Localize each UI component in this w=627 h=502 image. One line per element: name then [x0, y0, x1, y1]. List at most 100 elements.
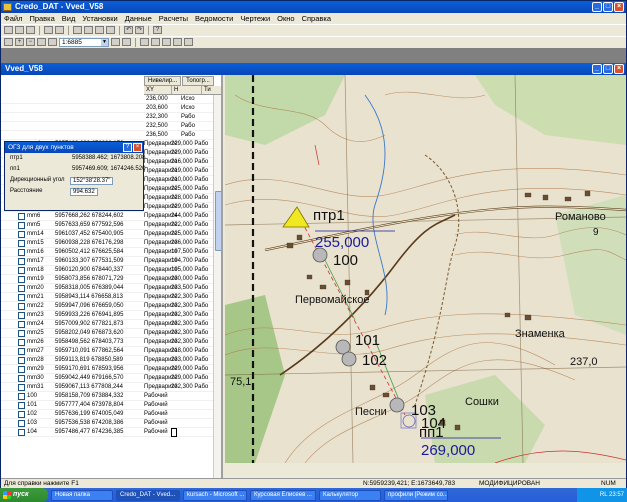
zoom-window-icon[interactable] [37, 38, 46, 46]
row-checkbox[interactable] [18, 411, 25, 418]
scroll-thumb[interactable] [215, 191, 221, 251]
table-row[interactable]: mm26 5958498,562 678403,773 Предварите 232,… [1, 338, 213, 347]
refresh-icon[interactable] [111, 38, 120, 46]
preview-icon[interactable] [55, 26, 64, 34]
save-icon[interactable] [26, 26, 35, 34]
row-checkbox[interactable] [18, 366, 25, 373]
table-row[interactable]: mm20 5958318,005 676389,044 Предварите 233,… [1, 284, 213, 293]
table-row[interactable]: mm21 5958943,114 676658,813 Предварите 222,… [1, 293, 213, 302]
task-profili[interactable]: профили [Режим со... [384, 489, 448, 501]
table-row[interactable]: mm23 5959933,226 676941,895 Предварите 232,… [1, 311, 213, 320]
menu-settings[interactable]: Установки [82, 13, 117, 24]
row-checkbox[interactable] [18, 339, 25, 346]
table-row[interactable]: 100 5958158,709 673884,332 Рабочий [1, 392, 213, 401]
row-checkbox[interactable] [18, 393, 25, 400]
menu-edit[interactable]: Правка [29, 13, 54, 24]
row-checkbox[interactable] [18, 240, 25, 247]
table-row[interactable]: mm14 5961037,452 675400,905 Предварите 225,… [1, 230, 213, 239]
menu-drawings[interactable]: Чертежи [240, 13, 270, 24]
dir-field[interactable]: 152°38'28.37" [70, 177, 114, 185]
row-checkbox[interactable] [18, 231, 25, 238]
row-checkbox[interactable] [18, 402, 25, 409]
row-checkbox[interactable] [18, 276, 25, 283]
task-kursovaya[interactable]: Курсовая Елисеев ... [250, 489, 316, 501]
child-minimize-button[interactable]: _ [592, 64, 602, 74]
menu-view[interactable]: Вид [62, 13, 76, 24]
minimize-button[interactable]: _ [592, 2, 602, 12]
row-checkbox[interactable] [18, 222, 25, 229]
dist-field[interactable]: 994.632 [70, 188, 98, 196]
table-row[interactable]: mm29 5959170,691 678593,956 Предварите 229,… [1, 365, 213, 374]
tab-leveling[interactable]: Нивелир... [144, 76, 182, 86]
menu-reports[interactable]: Ведомости [195, 13, 233, 24]
close-icon[interactable]: × [133, 143, 142, 152]
col-type[interactable]: Ти [202, 86, 221, 94]
table-row[interactable]: mm18 5960120,900 678440,337 Предварите 195,… [1, 266, 213, 275]
table-row[interactable]: 203,600 Исхо [1, 104, 213, 113]
table-row[interactable]: 104 5957486,477 674236,385 Рабочий [1, 428, 213, 437]
tab-topo[interactable]: Топогр... [182, 76, 214, 86]
chevron-down-icon[interactable]: ▼ [101, 38, 108, 46]
delete-icon[interactable] [106, 26, 115, 34]
table-row[interactable]: mm30 5959042,449 679166,570 Предварите 229,… [1, 374, 213, 383]
table-row[interactable]: mm5 5957633,659 677592,596 Предварите 222,0… [1, 221, 213, 230]
menu-calculations[interactable]: Расчеты [159, 13, 188, 24]
topo-map[interactable]: птр1 255,000 100 101 102 103 104 пп1 269… [225, 75, 626, 463]
table-row[interactable]: mm27 5959710,091 677862,564 Предварите 218,… [1, 347, 213, 356]
table-row[interactable]: mm28 5959113,819 678850,589 Предварите 233,… [1, 356, 213, 365]
task-new-folder[interactable]: Новая папка [51, 489, 113, 501]
table-row[interactable]: 103 5957536,538 674208,386 Рабочий [1, 419, 213, 428]
map-view[interactable]: птр1 255,000 100 101 102 103 104 пп1 269… [225, 75, 626, 463]
table-row[interactable]: mm19 5958073,856 678071,729 Предварите 230,… [1, 275, 213, 284]
row-checkbox[interactable] [18, 267, 25, 274]
zoom-out-icon[interactable]: − [26, 38, 35, 46]
menu-file[interactable]: Файл [4, 13, 22, 24]
table-row[interactable]: 236,000 Исхо [1, 95, 213, 104]
row-checkbox[interactable] [18, 348, 25, 355]
help-icon[interactable]: ? [153, 26, 162, 34]
col-h[interactable]: H [172, 86, 202, 94]
col-xy[interactable]: XY [144, 86, 172, 94]
pan-icon[interactable] [4, 38, 13, 46]
row-checkbox[interactable] [18, 420, 25, 427]
task-credo[interactable]: Credo_DAT - Vved... [116, 489, 180, 501]
open-folder-icon[interactable] [15, 26, 24, 34]
table-row[interactable]: mm16 5960502,412 676625,584 Предварите 197,… [1, 248, 213, 257]
table-row[interactable]: mm25 5958202,049 676873,620 Предварите 232,… [1, 329, 213, 338]
measure-tool-icon[interactable] [162, 38, 171, 46]
table-scrollbar[interactable] [213, 95, 221, 478]
row-checkbox[interactable] [18, 330, 25, 337]
child-maximize-button[interactable]: □ [603, 64, 613, 74]
help-icon[interactable]: ? [123, 143, 132, 152]
row-checkbox[interactable] [18, 312, 25, 319]
row-checkbox[interactable] [18, 375, 25, 382]
print-icon[interactable] [44, 26, 53, 34]
lang-indicator[interactable]: RL [600, 492, 607, 498]
cut-icon[interactable] [73, 26, 82, 34]
table-row[interactable]: mm15 5960938,228 676176,298 Предварите 236,… [1, 239, 213, 248]
filter-icon[interactable] [173, 38, 182, 46]
new-file-icon[interactable] [4, 26, 13, 34]
table-row[interactable]: mm17 5960133,307 677531,509 Предварите 194,… [1, 257, 213, 266]
table-row[interactable]: 236,500 Рабо [1, 131, 213, 140]
row-checkbox[interactable] [18, 384, 25, 391]
table-row[interactable]: mm22 5959947,096 676659,050 Предварите 232,… [1, 302, 213, 311]
point-tool-icon[interactable] [140, 38, 149, 46]
child-titlebar[interactable]: Vved_V58 _ □ × [1, 63, 626, 75]
table-row[interactable]: 232,500 Рабо [1, 122, 213, 131]
zoom-in-icon[interactable]: + [15, 38, 24, 46]
row-checkbox[interactable] [18, 321, 25, 328]
menu-window[interactable]: Окно [277, 13, 294, 24]
redo-icon[interactable]: ↷ [135, 26, 144, 34]
app-titlebar[interactable]: Credo_DAT - Vved_V58 _ □ × [1, 1, 626, 13]
table-row[interactable]: mm31 5959067,113 677808,244 Предварите 232,… [1, 383, 213, 392]
row-checkbox[interactable] [18, 294, 25, 301]
task-calculator[interactable]: Калькулятор [319, 489, 381, 501]
table-row[interactable]: mm6 5957668,262 678244,602 Предварите 244,0… [1, 212, 213, 221]
grid-icon[interactable] [122, 38, 131, 46]
copy-icon[interactable] [84, 26, 93, 34]
row-checkbox[interactable] [18, 285, 25, 292]
maximize-button[interactable]: □ [603, 2, 613, 12]
select-tool-icon[interactable] [151, 38, 160, 46]
row-checkbox[interactable] [18, 213, 25, 220]
